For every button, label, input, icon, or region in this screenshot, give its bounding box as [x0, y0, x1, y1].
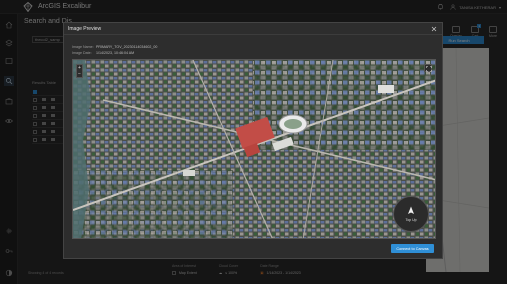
- compass-control[interactable]: Top Up: [393, 196, 429, 232]
- image-date-label: Image Date:: [72, 51, 92, 55]
- image-metadata: Image Name: PRIMARY_TOV_20230114034602_00…: [72, 44, 157, 56]
- satellite-image: [73, 60, 435, 238]
- north-arrow-icon: [408, 206, 414, 214]
- compass-label: Top Up: [405, 218, 417, 222]
- connect-to-canvas-button[interactable]: Connect to Canvas: [391, 244, 434, 253]
- zoom-control: + −: [76, 64, 83, 78]
- satellite-image-viewer[interactable]: + − Top Up: [72, 59, 436, 239]
- close-icon[interactable]: [431, 26, 437, 32]
- image-date-value: 1/14/2023, 10:46:04 AM: [96, 51, 135, 55]
- zoom-out-button[interactable]: −: [78, 71, 81, 77]
- image-name-value: PRIMARY_TOV_20230114034602_00: [96, 45, 158, 49]
- fullscreen-icon[interactable]: [424, 64, 432, 72]
- image-preview-dialog: Image Preview Image Name: PRIMARY_TOV_202…: [63, 22, 443, 259]
- dialog-title: Image Preview: [64, 23, 442, 35]
